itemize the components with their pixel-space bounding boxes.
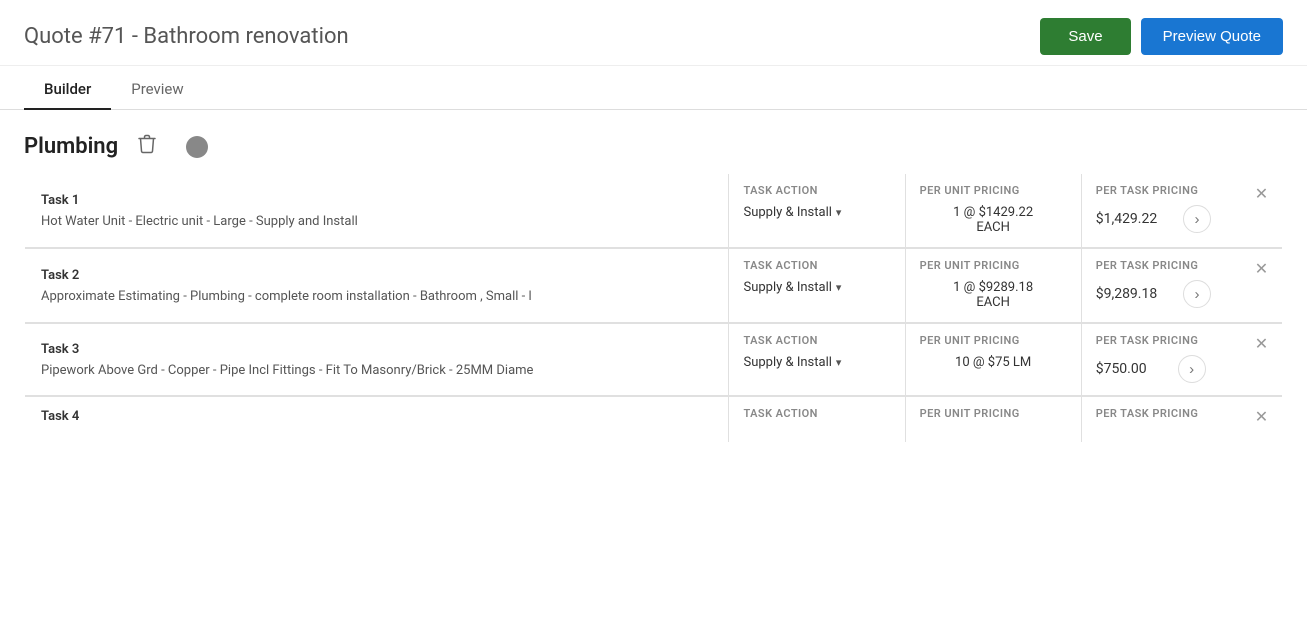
- per-task-value: $750.00: [1096, 361, 1147, 377]
- section-header: Plumbing: [24, 130, 1283, 163]
- task-label: Task 4: [41, 409, 712, 424]
- task-action-cell: TASK ACTION Supply & Install ▾: [729, 323, 905, 396]
- task-action-cell: TASK ACTION Supply & Install ▾: [729, 248, 905, 323]
- task-per-task-cell: PER TASK PRICING $1,429.22 ›: [1081, 174, 1245, 249]
- task-per-unit-cell: PER UNIT PRICING 1 @ $1429.22EACH: [905, 174, 1081, 249]
- task-remove-cell: ✕: [1245, 323, 1283, 396]
- dropdown-arrow-icon: ▾: [836, 206, 842, 219]
- tab-builder[interactable]: Builder: [24, 66, 111, 110]
- dropdown-arrow-icon: ▾: [836, 281, 842, 294]
- task-per-task-cell: PER TASK PRICING: [1081, 396, 1245, 443]
- task-row: Task 2 Approximate Estimating - Plumbing…: [25, 248, 1283, 323]
- header: Quote #71 - Bathroom renovation Save Pre…: [0, 0, 1307, 66]
- task-main-cell: Task 4: [25, 396, 729, 443]
- task-remove-cell: ✕: [1245, 396, 1283, 443]
- task-per-task-cell: PER TASK PRICING $9,289.18 ›: [1081, 248, 1245, 323]
- per-task-header: PER TASK PRICING: [1082, 324, 1245, 351]
- task-main-cell: Task 3 Pipework Above Grd - Copper - Pip…: [25, 323, 729, 396]
- task-main-cell: Task 2 Approximate Estimating - Plumbing…: [25, 248, 729, 323]
- task-action-value: Supply & Install ▾: [729, 351, 904, 382]
- remove-task-button[interactable]: ✕: [1245, 324, 1278, 358]
- action-label: Supply & Install: [743, 205, 831, 220]
- task-action-header: TASK ACTION: [729, 249, 904, 276]
- task-row: Task 4 TASK ACTION PER UNIT PRICING PER …: [25, 396, 1283, 443]
- save-button[interactable]: Save: [1040, 18, 1130, 55]
- task-action-cell: TASK ACTION Supply & Install ▾: [729, 174, 905, 249]
- per-task-value: $9,289.18: [1096, 286, 1158, 302]
- task-detail-button[interactable]: ›: [1183, 280, 1211, 308]
- per-unit-sub: EACH: [976, 220, 1010, 235]
- task-label: Task 2: [41, 268, 712, 283]
- task-action-cell: TASK ACTION: [729, 396, 905, 443]
- task-detail-button[interactable]: ›: [1183, 205, 1211, 233]
- quote-number: Quote #71: [24, 24, 126, 49]
- section-title: Plumbing: [24, 134, 118, 159]
- preview-quote-button[interactable]: Preview Quote: [1141, 18, 1283, 55]
- task-row: Task 1 Hot Water Unit - Electric unit - …: [25, 174, 1283, 249]
- separator: -: [126, 24, 143, 49]
- action-label: Supply & Install: [743, 355, 831, 370]
- task-detail-button[interactable]: ›: [1178, 355, 1206, 383]
- task-description: Hot Water Unit - Electric unit - Large -…: [41, 214, 712, 229]
- per-unit-value: 1 @ $1429.22EACH: [906, 201, 1081, 247]
- per-unit-value: 10 @ $75 LM: [906, 351, 1081, 382]
- task-description: Pipework Above Grd - Copper - Pipe Incl …: [41, 363, 712, 378]
- page-title: Quote #71 - Bathroom renovation: [24, 24, 349, 49]
- task-main-cell: Task 1 Hot Water Unit - Electric unit - …: [25, 174, 729, 249]
- action-dropdown[interactable]: Supply & Install ▾: [743, 355, 890, 370]
- task-action-header: TASK ACTION: [729, 324, 904, 351]
- task-label: Task 3: [41, 342, 712, 357]
- task-row: Task 3 Pipework Above Grd - Copper - Pip…: [25, 323, 1283, 396]
- drag-handle[interactable]: [186, 136, 208, 158]
- task-label: Task 1: [41, 193, 712, 208]
- delete-section-button[interactable]: [132, 130, 162, 163]
- per-task-value-container: $1,429.22 ›: [1082, 201, 1245, 245]
- quote-title: Bathroom renovation: [143, 24, 348, 49]
- per-unit-header: PER UNIT PRICING: [906, 397, 1081, 424]
- task-remove-cell: ✕: [1245, 248, 1283, 323]
- remove-task-button[interactable]: ✕: [1245, 397, 1278, 431]
- remove-task-button[interactable]: ✕: [1245, 249, 1278, 283]
- per-task-header: PER TASK PRICING: [1082, 174, 1245, 201]
- task-per-unit-cell: PER UNIT PRICING 1 @ $9289.18EACH: [905, 248, 1081, 323]
- dropdown-arrow-icon: ▾: [836, 356, 842, 369]
- remove-task-button[interactable]: ✕: [1245, 174, 1278, 208]
- task-description: Approximate Estimating - Plumbing - comp…: [41, 289, 712, 304]
- per-unit-header: PER UNIT PRICING: [906, 174, 1081, 201]
- task-per-task-cell: PER TASK PRICING $750.00 ›: [1081, 323, 1245, 396]
- action-dropdown[interactable]: Supply & Install ▾: [743, 280, 890, 295]
- action-dropdown[interactable]: Supply & Install ▾: [743, 205, 890, 220]
- task-per-unit-cell: PER UNIT PRICING: [905, 396, 1081, 443]
- per-unit-header: PER UNIT PRICING: [906, 324, 1081, 351]
- main-content: Plumbing Task 1 Hot Water Unit - Electri…: [0, 110, 1307, 463]
- task-action-header: TASK ACTION: [729, 397, 904, 424]
- task-action-header: TASK ACTION: [729, 174, 904, 201]
- per-task-value: $1,429.22: [1096, 211, 1158, 227]
- tab-preview[interactable]: Preview: [111, 66, 203, 110]
- per-task-header: PER TASK PRICING: [1082, 249, 1245, 276]
- per-unit-header: PER UNIT PRICING: [906, 249, 1081, 276]
- per-task-value-container: $9,289.18 ›: [1082, 276, 1245, 320]
- per-task-header: PER TASK PRICING: [1082, 397, 1245, 424]
- action-label: Supply & Install: [743, 280, 831, 295]
- tasks-table: Task 1 Hot Water Unit - Electric unit - …: [24, 173, 1283, 443]
- task-action-value: Supply & Install ▾: [729, 276, 904, 307]
- per-task-value-container: $750.00 ›: [1082, 351, 1245, 395]
- header-actions: Save Preview Quote: [1040, 18, 1283, 55]
- task-action-value: Supply & Install ▾: [729, 201, 904, 232]
- task-remove-cell: ✕: [1245, 174, 1283, 249]
- tabs-bar: Builder Preview: [0, 66, 1307, 110]
- per-unit-value: 1 @ $9289.18EACH: [906, 276, 1081, 322]
- task-per-unit-cell: PER UNIT PRICING 10 @ $75 LM: [905, 323, 1081, 396]
- per-unit-sub: EACH: [976, 295, 1010, 310]
